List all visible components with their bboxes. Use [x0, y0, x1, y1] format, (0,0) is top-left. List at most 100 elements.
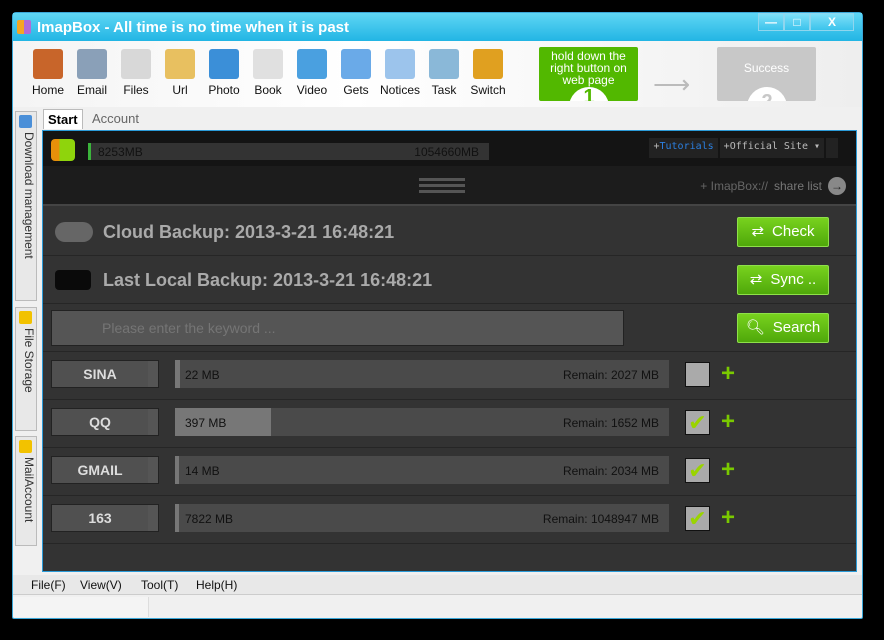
tutorials-label: Tutorials	[659, 141, 714, 152]
document-icon	[253, 49, 283, 79]
cloud-backup-label: Cloud Backup: 2013-3-21 16:48:21	[103, 222, 395, 242]
account-checkbox[interactable]: ✔	[685, 458, 710, 483]
usage-fill	[175, 360, 181, 388]
side-tab-mail-account[interactable]: MailAccount	[15, 436, 37, 546]
sync-button[interactable]: ⇄ Sync ..	[737, 265, 829, 295]
calendar-icon	[385, 49, 415, 79]
photo-icon	[209, 49, 239, 79]
search-button[interactable]: 🔍︎ Search	[737, 313, 829, 343]
total-storage-progress: 8253MB 1054660MB	[88, 143, 489, 160]
side-tabs: Download management File Storage MailAcc…	[15, 111, 37, 571]
add-icon[interactable]: +	[721, 360, 735, 388]
webpage-icon	[165, 49, 195, 79]
used-size: 14 MB	[185, 464, 220, 478]
remain-size: Remain: 1048947 MB	[542, 512, 659, 526]
toolbar-photo-button[interactable]: Photo	[202, 49, 246, 97]
storage-database-icon	[51, 139, 75, 161]
side-tab-label: File Storage	[22, 328, 36, 393]
toolbar-label: Url	[172, 83, 188, 97]
menu-help[interactable]: Help(H)	[196, 578, 237, 592]
search-row: 🔍︎ Search	[43, 304, 856, 352]
app-cube-icon	[17, 20, 31, 34]
check-button[interactable]: ⇄ Check	[737, 217, 829, 247]
side-tab-download[interactable]: Download management	[15, 111, 37, 301]
toolbar: hold down the right button on web page 1…	[13, 41, 862, 107]
account-checkbox[interactable]: ✔	[685, 506, 710, 531]
account-usage-bar: 22 MB Remain: 2027 MB	[175, 360, 669, 388]
account-row: SINA 22 MB Remain: 2027 MB +	[43, 352, 856, 400]
side-tab-file-storage[interactable]: File Storage	[15, 307, 37, 431]
toolbar-task-button[interactable]: Task	[422, 49, 466, 97]
lighthouse-icon	[33, 49, 63, 79]
account-checkbox[interactable]: ✔	[685, 410, 710, 435]
toolbar-label: Email	[76, 83, 107, 97]
step1-number: 1	[569, 87, 609, 101]
step2-hint: Success 2	[717, 47, 816, 101]
refresh-icon: ⇄	[751, 223, 765, 240]
step1-hint: hold down the right button on web page 1	[539, 47, 638, 101]
account-checkbox[interactable]	[685, 362, 710, 387]
toolbar-video-button[interactable]: Video	[290, 49, 334, 97]
step1-text: hold down the right button on web page	[550, 49, 627, 87]
tutorials-link[interactable]: +Tutorials	[649, 138, 718, 158]
account-selector[interactable]: 163	[51, 504, 159, 532]
menu-file[interactable]: File(F)	[31, 578, 66, 592]
account-selector[interactable]: GMAIL	[51, 456, 159, 484]
account-row: QQ 397 MB Remain: 1652 MB ✔ +	[43, 400, 856, 448]
app-window: ImapBox - All time is no time when it is…	[12, 12, 863, 619]
menu-handle-icon[interactable]	[419, 178, 465, 196]
add-icon[interactable]: +	[721, 504, 735, 532]
account-selector[interactable]: QQ	[51, 408, 159, 436]
step2-text: Success	[743, 61, 790, 75]
account-selector[interactable]: SINA	[51, 360, 159, 388]
tab-start[interactable]: Start	[43, 109, 83, 129]
maximize-button[interactable]: □	[784, 13, 810, 31]
search-icon: 🔍︎	[745, 319, 765, 336]
sync-label: Sync ..	[770, 271, 817, 288]
toolbar-label: Video	[296, 83, 328, 97]
toolbar-url-button[interactable]: Url	[158, 49, 202, 97]
status-bar	[13, 597, 862, 617]
share-label: share list	[773, 179, 822, 193]
add-icon[interactable]: +	[721, 456, 735, 484]
official-site-dropdown[interactable]: +Official Site ▾	[719, 138, 824, 158]
usage-fill	[175, 456, 179, 484]
local-backup-label: Last Local Backup: 2013-3-21 16:48:21	[103, 270, 433, 290]
links-spacer	[826, 138, 838, 158]
close-button[interactable]: X	[810, 13, 854, 31]
tab-account[interactable]: Account	[88, 109, 143, 129]
files-lock-icon	[121, 49, 151, 79]
toolbar-email-button[interactable]: Email	[70, 49, 114, 97]
cloud-backup-row: Cloud Backup: 2013-3-21 16:48:21 ⇄ Check	[43, 208, 856, 256]
toolbar-gets-button[interactable]: Gets	[334, 49, 378, 97]
usage-fill	[175, 504, 179, 532]
padlock-icon	[473, 49, 503, 79]
toolbar-switch-button[interactable]: Switch	[466, 49, 510, 97]
refresh-icon: ⇄	[749, 271, 763, 288]
share-prefix: + ImapBox://	[700, 179, 768, 193]
storage-total: 1054660MB	[414, 145, 479, 159]
minimize-button[interactable]: —	[758, 13, 784, 31]
menu-tool[interactable]: Tool(T)	[141, 578, 178, 592]
account-usage-bar: 7822 MB Remain: 1048947 MB	[175, 504, 669, 532]
toolbar-label: Notices	[379, 83, 420, 97]
used-size: 7822 MB	[185, 512, 234, 526]
toolbar-label: Home	[31, 83, 64, 97]
remain-size: Remain: 1652 MB	[562, 416, 659, 430]
share-list-link[interactable]: + ImapBox:// share list →	[700, 177, 846, 195]
toolbar-files-button[interactable]: Files	[114, 49, 158, 97]
menu-view[interactable]: View(V)	[80, 578, 122, 592]
toolbar-label: Files	[123, 83, 149, 97]
search-input[interactable]	[51, 310, 624, 346]
toolbar-book-button[interactable]: Book	[246, 49, 290, 97]
account-row: GMAIL 14 MB Remain: 2034 MB ✔ +	[43, 448, 856, 496]
toolbar-label: Photo	[208, 83, 240, 97]
database-email-icon	[77, 49, 107, 79]
download-icon	[341, 49, 371, 79]
toolbar-notices-button[interactable]: Notices	[378, 49, 422, 97]
toolbar-label: Task	[431, 83, 457, 97]
download-icon	[19, 115, 32, 128]
add-icon[interactable]: +	[721, 408, 735, 436]
task-icon	[429, 49, 459, 79]
toolbar-home-button[interactable]: Home	[26, 49, 70, 97]
